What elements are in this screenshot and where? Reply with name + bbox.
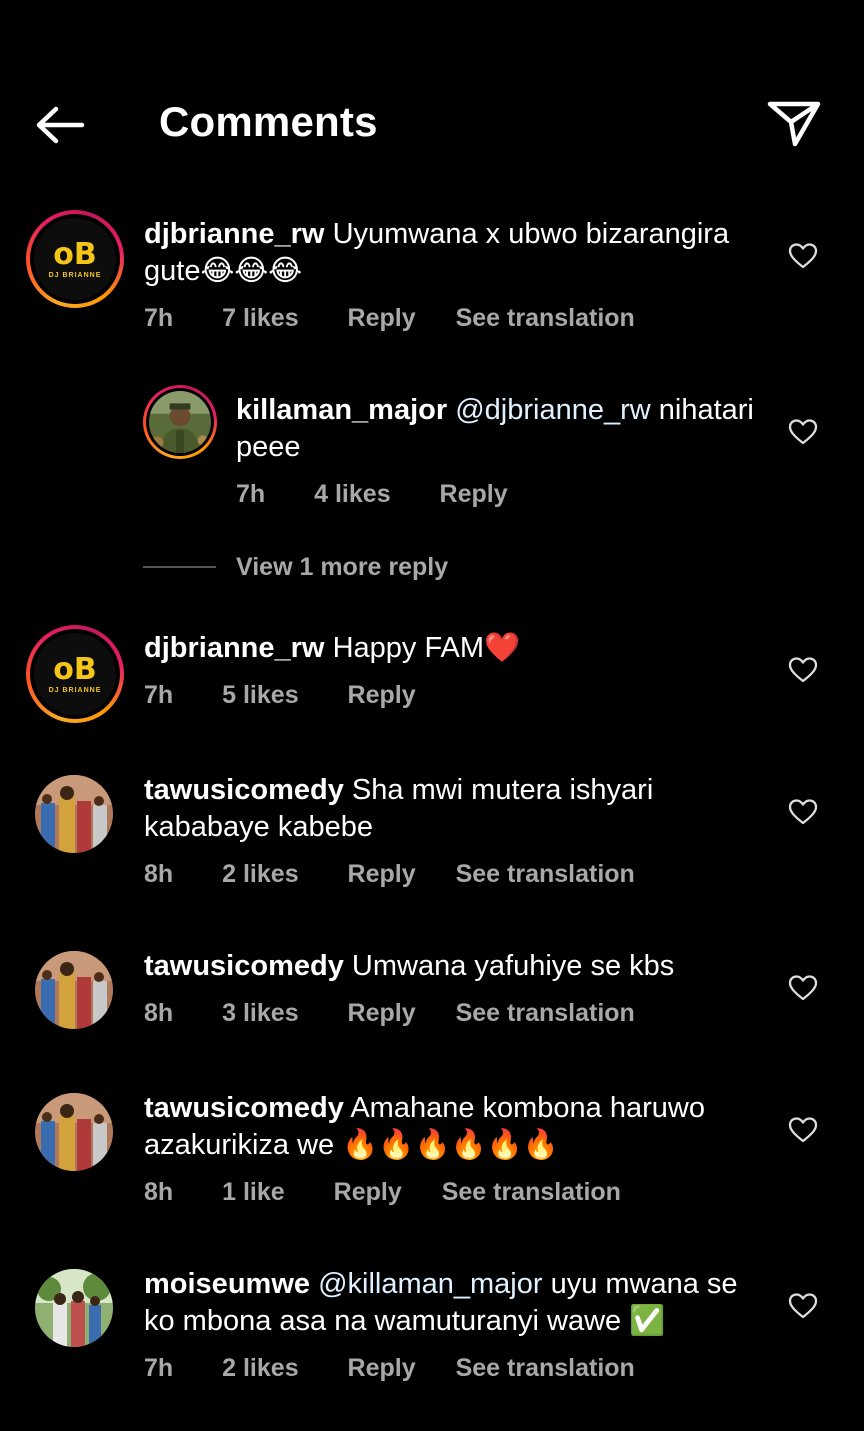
avatar[interactable] bbox=[143, 385, 217, 459]
comment-time: 7h bbox=[144, 304, 174, 332]
comment-text: tawusicomedy Sha mwi mutera ishyari kaba… bbox=[144, 772, 764, 846]
see-translation-link[interactable]: See translation bbox=[456, 1354, 635, 1383]
group-photo bbox=[35, 951, 113, 1029]
avatar[interactable]: oB DJ BRIANNE bbox=[26, 625, 124, 723]
comment-username[interactable]: tawusicomedy bbox=[144, 774, 344, 806]
comment-meta: 7h 5 likes Reply bbox=[144, 681, 416, 710]
see-translation-link[interactable]: See translation bbox=[456, 304, 635, 333]
comment-meta: 7h 2 likes Reply See translation bbox=[144, 1354, 635, 1383]
dj-logo-text: DJ BRIANNE bbox=[48, 686, 102, 694]
dj-logo-mark: oB bbox=[53, 651, 97, 687]
group-photo bbox=[35, 1093, 113, 1171]
heart-icon[interactable] bbox=[788, 1116, 818, 1144]
heart-icon[interactable] bbox=[788, 798, 818, 826]
reply-button[interactable]: Reply bbox=[334, 1178, 402, 1207]
comment-meta: 8h 1 like Reply See translation bbox=[144, 1178, 621, 1207]
dj-logo-mark: oB bbox=[53, 236, 97, 272]
comment-meta: 7h 4 likes Reply bbox=[236, 480, 508, 509]
comment-time: 8h bbox=[144, 860, 174, 888]
reply-button[interactable]: Reply bbox=[348, 860, 416, 889]
comment-time: 7h bbox=[236, 480, 266, 508]
heart-icon[interactable] bbox=[788, 656, 818, 684]
avatar[interactable] bbox=[35, 1269, 113, 1347]
likes-count[interactable]: 2 likes bbox=[222, 860, 298, 889]
share-button[interactable] bbox=[764, 96, 824, 152]
comment-username[interactable]: tawusicomedy bbox=[144, 950, 344, 982]
mention-link[interactable]: @killaman_major bbox=[318, 1268, 542, 1300]
comment-body: Happy FAM❤️ bbox=[332, 632, 521, 664]
reply-button[interactable]: Reply bbox=[348, 1354, 416, 1383]
reply-button[interactable]: Reply bbox=[348, 999, 416, 1028]
heart-icon[interactable] bbox=[788, 242, 818, 270]
likes-count[interactable]: 3 likes bbox=[222, 999, 298, 1028]
comment-username[interactable]: tawusicomedy bbox=[144, 1092, 344, 1124]
avatar[interactable] bbox=[35, 1093, 113, 1171]
likes-count[interactable]: 2 likes bbox=[222, 1354, 298, 1383]
divider-line bbox=[143, 566, 216, 568]
comment-username[interactable]: djbrianne_rw bbox=[144, 632, 325, 664]
paper-plane-icon bbox=[767, 101, 821, 147]
reply-button[interactable]: Reply bbox=[348, 304, 416, 333]
header-bar: Comments bbox=[0, 0, 864, 180]
comment-body: Umwana yafuhiye se kbs bbox=[351, 950, 675, 982]
mention-link[interactable]: @djbrianne_rw bbox=[455, 394, 650, 426]
comment-meta: 8h 3 likes Reply See translation bbox=[144, 999, 635, 1028]
comment-meta: 8h 2 likes Reply See translation bbox=[144, 860, 635, 889]
comment-time: 7h bbox=[144, 681, 174, 709]
back-button[interactable] bbox=[30, 100, 90, 150]
comment-text: tawusicomedy Amahane kombona haruwo azak… bbox=[144, 1090, 764, 1164]
likes-count[interactable]: 5 likes bbox=[222, 681, 298, 710]
comment-text: djbrianne_rw Uyumwana x ubwo bizarangira… bbox=[144, 216, 764, 290]
outdoor-group-photo bbox=[35, 1269, 113, 1347]
likes-count[interactable]: 1 like bbox=[222, 1178, 285, 1207]
view-more-replies-button[interactable]: View 1 more reply bbox=[236, 553, 448, 582]
page-title: Comments bbox=[159, 98, 378, 145]
comment-text: moiseumwe @killaman_major uyu mwana se k… bbox=[144, 1266, 764, 1340]
likes-count[interactable]: 4 likes bbox=[314, 480, 390, 509]
heart-icon[interactable] bbox=[788, 974, 818, 1002]
arrow-left-icon bbox=[36, 106, 85, 144]
comment-username[interactable]: djbrianne_rw bbox=[144, 218, 325, 250]
avatar[interactable]: oB DJ BRIANNE bbox=[26, 210, 124, 308]
see-translation-link[interactable]: See translation bbox=[442, 1178, 621, 1207]
see-translation-link[interactable]: See translation bbox=[456, 999, 635, 1028]
comment-username[interactable]: killaman_major bbox=[236, 394, 447, 426]
comment-meta: 7h 7 likes Reply See translation bbox=[144, 304, 635, 333]
avatar[interactable] bbox=[35, 775, 113, 853]
likes-count[interactable]: 7 likes bbox=[222, 304, 298, 333]
group-photo bbox=[35, 775, 113, 853]
reply-button[interactable]: Reply bbox=[440, 480, 508, 509]
comment-time: 7h bbox=[144, 1354, 174, 1382]
comment-time: 8h bbox=[144, 1178, 174, 1206]
soldier-photo bbox=[149, 391, 211, 453]
see-translation-link[interactable]: See translation bbox=[456, 860, 635, 889]
comment-text: djbrianne_rw Happy FAM❤️ bbox=[144, 630, 764, 667]
comment-text: tawusicomedy Umwana yafuhiye se kbs bbox=[144, 948, 764, 985]
avatar[interactable] bbox=[35, 951, 113, 1029]
heart-icon[interactable] bbox=[788, 1292, 818, 1320]
comment-username[interactable]: moiseumwe bbox=[144, 1268, 310, 1300]
comment-time: 8h bbox=[144, 999, 174, 1027]
heart-icon[interactable] bbox=[788, 418, 818, 446]
dj-logo-text: DJ BRIANNE bbox=[48, 271, 102, 279]
comment-text: killaman_major @djbrianne_rw nihatari pe… bbox=[236, 392, 756, 466]
reply-button[interactable]: Reply bbox=[348, 681, 416, 710]
